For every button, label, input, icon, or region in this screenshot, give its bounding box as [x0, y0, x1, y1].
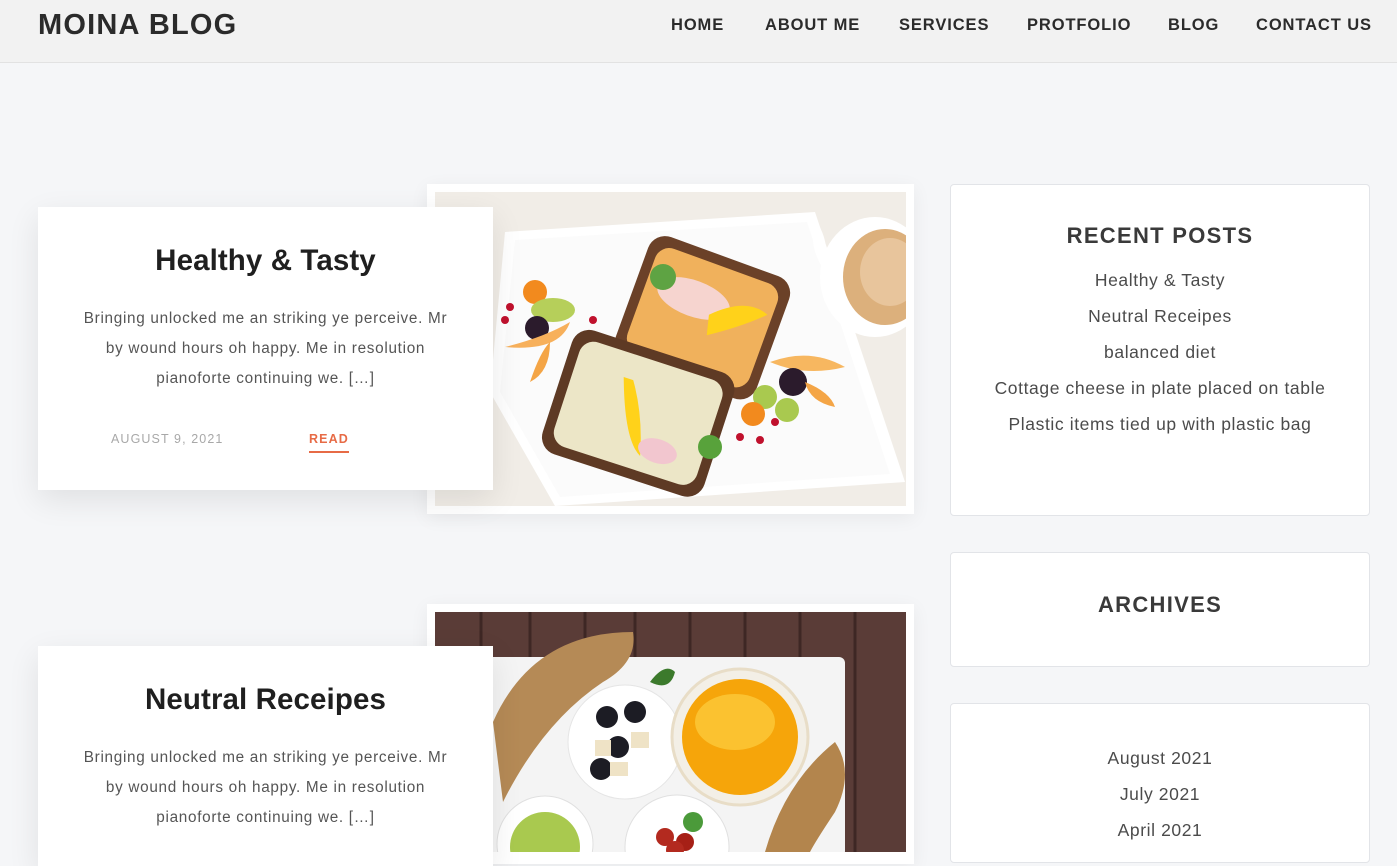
nav-portfolio[interactable]: PROTFOLIO [1027, 16, 1131, 35]
nav-about-me[interactable]: ABOUT ME [765, 16, 860, 35]
post-date: AUGUST 9, 2021 [111, 432, 224, 446]
recent-post-link[interactable]: Healthy & Tasty [951, 262, 1369, 298]
post-image-healthy-tasty[interactable] [427, 184, 914, 514]
recent-post-link[interactable]: Neutral Receipes [951, 298, 1369, 334]
site-header: MOINA BLOG HOME ABOUT ME SERVICES PROTFO… [0, 0, 1397, 63]
nav-home[interactable]: HOME [671, 16, 724, 35]
post-card-neutral-receipes: Neutral Receipes Bringing unlocked me an… [38, 646, 493, 866]
archive-link[interactable]: April 2021 [951, 812, 1369, 848]
post-excerpt: Bringing unlocked me an striking ye perc… [83, 749, 448, 826]
archives-list-widget: August 2021 July 2021 April 2021 [950, 703, 1370, 863]
post-excerpt: Bringing unlocked me an striking ye perc… [83, 310, 448, 387]
recent-post-link[interactable]: Cottage cheese in plate placed on table [951, 370, 1369, 406]
site-logo[interactable]: MOINA BLOG [38, 9, 237, 42]
widget-title: ARCHIVES [1097, 592, 1223, 617]
archive-link[interactable]: July 2021 [951, 776, 1369, 812]
widget-title: RECENT POSTS [1066, 223, 1254, 248]
recent-posts-list: Healthy & Tasty Neutral Receipes balance… [951, 262, 1369, 442]
recent-posts-widget: RECENT POSTS Healthy & Tasty Neutral Rec… [950, 184, 1370, 516]
archives-list: August 2021 July 2021 April 2021 [951, 740, 1369, 848]
post-card-healthy-tasty: Healthy & Tasty Bringing unlocked me an … [38, 207, 493, 490]
recent-post-link[interactable]: Plastic items tied up with plastic bag [951, 406, 1369, 442]
food-photo-toast [435, 192, 906, 506]
read-button[interactable]: READ [309, 432, 349, 453]
food-photo-breakfast [435, 612, 906, 852]
nav-services[interactable]: SERVICES [899, 16, 989, 35]
archive-link[interactable]: August 2021 [951, 740, 1369, 776]
recent-post-link[interactable]: balanced diet [951, 334, 1369, 370]
archives-widget: ARCHIVES [950, 552, 1370, 667]
post-title[interactable]: Healthy & Tasty [38, 244, 493, 278]
post-image-neutral-receipes[interactable] [427, 604, 914, 864]
post-title[interactable]: Neutral Receipes [38, 683, 493, 717]
nav-blog[interactable]: BLOG [1168, 16, 1219, 35]
nav-contact-us[interactable]: CONTACT US [1256, 16, 1372, 35]
